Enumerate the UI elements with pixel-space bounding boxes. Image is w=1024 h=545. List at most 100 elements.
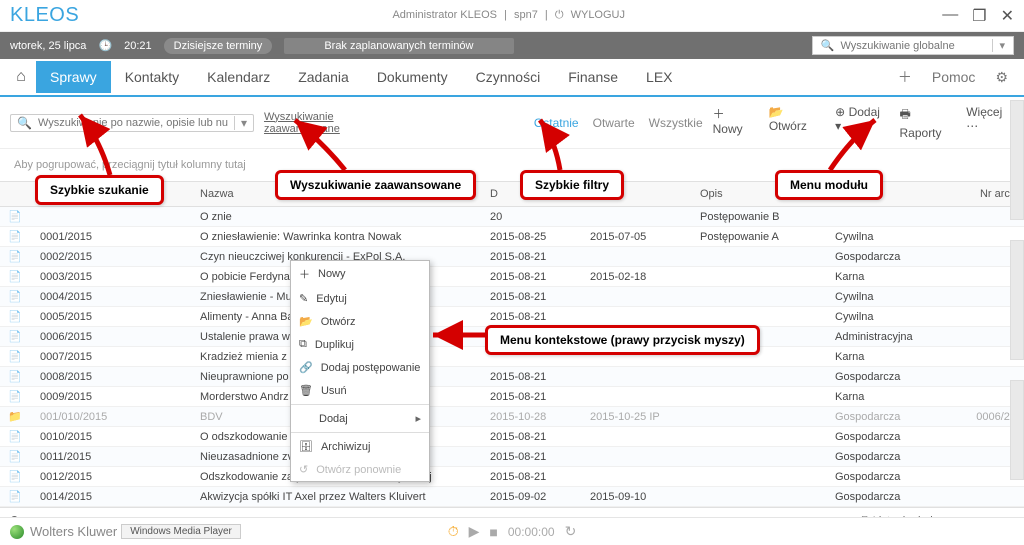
table-row[interactable]: 📄0004/2015Zniesławienie - Mu2015-08-21Cy… [0, 287, 1024, 307]
tab-sprawy[interactable]: Sprawy [36, 61, 111, 93]
tab-lex[interactable]: LEX [632, 61, 686, 93]
table-row[interactable]: 📄0003/2015O pobicie Ferdynanda Werdaszki… [0, 267, 1024, 287]
case-icon: 📄 [0, 450, 30, 463]
table-row[interactable]: 📄0009/2015Morderstwo Andrz2015-08-21Karn… [0, 387, 1024, 407]
ctx-archive[interactable]: 🗄Archiwizuj [291, 435, 429, 458]
minimize-button[interactable]: — [942, 6, 958, 26]
filter-all[interactable]: Wszystkie [649, 116, 703, 130]
ctx-open[interactable]: 📂Otwórz [291, 310, 429, 333]
quick-search-input[interactable] [38, 117, 228, 129]
ctx-delete[interactable]: 🗑Usuń [291, 379, 429, 402]
archive-icon: 🗄 [299, 440, 313, 453]
help-link[interactable]: Pomoc [922, 61, 986, 93]
global-search-dropdown[interactable]: ▾ [992, 39, 1005, 52]
reset-icon[interactable]: ↻ [565, 523, 577, 540]
cell-date1: 2015-08-21 [490, 291, 590, 303]
global-search[interactable]: 🔍 ▾ [812, 36, 1014, 55]
titlebar: KLEOS Administrator KLEOS | spn7 | ⏻ WYL… [0, 0, 1024, 32]
case-icon: 📄 [0, 370, 30, 383]
filter-recent[interactable]: Ostatnie [534, 116, 579, 130]
search-icon: 🔍 [821, 39, 835, 52]
cell-date2: 2015-02-18 [590, 271, 700, 283]
cell-date1: 2015-08-21 [490, 451, 590, 463]
side-panel-2[interactable] [1010, 240, 1024, 360]
ctx-add[interactable]: Dodaj▸ [291, 407, 429, 430]
ctx-reopen: ↺Otwórz ponownie [291, 458, 429, 481]
cell-category: Gospodarcza [835, 431, 959, 443]
add-button[interactable]: ⊕ Dodaj ▾ [835, 105, 885, 140]
quick-search-box[interactable]: 🔍 ▾ [10, 114, 254, 132]
cell-number: 0012/2015 [30, 471, 200, 483]
tab-kalendarz[interactable]: Kalendarz [193, 61, 284, 93]
cell-date2: 2015-09-10 [590, 491, 700, 503]
ctx-edit[interactable]: ✎Edytuj [291, 287, 429, 310]
table-row[interactable]: 📄0011/2015Nieuzasadnione zv2015-08-21Gos… [0, 447, 1024, 467]
tab-zadania[interactable]: Zadania [284, 61, 363, 93]
cell-category: Gospodarcza [835, 471, 959, 483]
open-button[interactable]: 📂 Otwórz [769, 105, 821, 140]
cell-date1: 2015-08-21 [490, 251, 590, 263]
side-panel-1[interactable] [1010, 100, 1024, 220]
table-row[interactable]: 📄0005/2015Alimenty - Anna Ba2015-08-21Cy… [0, 307, 1024, 327]
cell-date1: 2015-08-21 [490, 311, 590, 323]
new-button[interactable]: ＋ Nowy [713, 105, 755, 140]
quick-filters: Ostatnie Otwarte Wszystkie [534, 116, 703, 130]
table-row[interactable]: 📄0010/2015O odszkodowanie Kraków2015-08-… [0, 427, 1024, 447]
cell-number: 0004/2015 [30, 291, 200, 303]
logout-link[interactable]: ⏻ WYLOGUJ [555, 9, 629, 21]
table-row[interactable]: 📁001/010/2015BDV2015-10-282015-10-25 IPG… [0, 407, 1024, 427]
play-icon[interactable]: ▶ [469, 523, 480, 540]
global-search-input[interactable] [840, 40, 980, 52]
cell-date1: 20 [490, 211, 590, 223]
reports-button[interactable]: 🖶 Raporty [900, 105, 953, 140]
module-toolbar: 🔍 ▾ Wyszukiwanie zaawansowane Ostatnie O… [0, 97, 1024, 149]
cell-number: 0005/2015 [30, 311, 200, 323]
cell-category: Cywilna [835, 311, 959, 323]
stopwatch-icon[interactable]: ⏱ [448, 523, 459, 540]
quick-search-dropdown[interactable]: ▾ [234, 116, 247, 130]
cell-category: Gospodarcza [835, 371, 959, 383]
filter-open[interactable]: Otwarte [593, 116, 635, 130]
tab-czynnosci[interactable]: Czynności [462, 61, 555, 93]
more-button[interactable]: Więcej ⋯ [966, 105, 1014, 140]
stop-icon[interactable]: ■ [489, 524, 497, 540]
cell-name: Akwizycja spółki IT Axel przez Walters K… [200, 491, 490, 503]
ctx-duplicate[interactable]: ⧉Duplikuj [291, 333, 429, 356]
case-icon: 📄 [0, 270, 30, 283]
cell-opis: Postępowanie A [700, 231, 835, 243]
table-row[interactable]: 📄0002/2015Czyn nieuczciwej konkurencji -… [0, 247, 1024, 267]
ctx-new[interactable]: ＋Nowy [291, 261, 429, 287]
main-tabs: ⌂ Sprawy Kontakty Kalendarz Zadania Doku… [0, 59, 1024, 97]
tab-kontakty[interactable]: Kontakty [111, 61, 193, 93]
add-tab-button[interactable]: ＋ [888, 59, 922, 95]
table-row[interactable]: 📄0001/2015O zniesławienie: Wawrinka kont… [0, 227, 1024, 247]
table-row[interactable]: 📄O znie20Postępowanie B [0, 207, 1024, 227]
side-panel-3[interactable] [1010, 380, 1024, 480]
close-button[interactable]: ✕ [1001, 6, 1014, 26]
home-tab[interactable]: ⌂ [6, 60, 36, 94]
cell-number: 0011/2015 [30, 451, 200, 463]
settings-icon[interactable]: ⚙ [985, 61, 1018, 94]
maximize-button[interactable]: ❐ [972, 6, 986, 26]
ctx-add-proc[interactable]: 🔗Dodaj postępowanie [291, 356, 429, 379]
cell-category: Gospodarcza [835, 451, 959, 463]
chevron-right-icon: ▸ [415, 412, 421, 425]
tab-dokumenty[interactable]: Dokumenty [363, 61, 462, 93]
module-menu: ＋ Nowy 📂 Otwórz ⊕ Dodaj ▾ 🖶 Raporty Więc… [713, 105, 1014, 140]
cell-number: 001/010/2015 [30, 411, 200, 423]
tab-finanse[interactable]: Finanse [554, 61, 632, 93]
cell-number: 0002/2015 [30, 251, 200, 263]
advanced-search-link[interactable]: Wyszukiwanie zaawansowane [264, 111, 404, 135]
cell-number: 0006/2015 [30, 331, 200, 343]
table-row[interactable]: 📄0012/2015Odszkodowanie za pomówienie - … [0, 467, 1024, 487]
cell-number: 0008/2015 [30, 371, 200, 383]
cell-number: 0014/2015 [30, 491, 200, 503]
today-events-button[interactable]: Dzisiejsze terminy [164, 38, 273, 54]
table-row[interactable]: 📄0008/2015Nieuprawnione po cz vs. Mirex2… [0, 367, 1024, 387]
cell-category: Cywilna [835, 291, 959, 303]
case-icon: 📄 [0, 230, 30, 243]
wmp-taskbar-item[interactable]: Windows Media Player [121, 524, 241, 539]
cell-date1: 2015-08-21 [490, 371, 590, 383]
table-row[interactable]: 📄0014/2015Akwizycja spółki IT Axel przez… [0, 487, 1024, 507]
search-icon: 🔍 [17, 116, 32, 130]
